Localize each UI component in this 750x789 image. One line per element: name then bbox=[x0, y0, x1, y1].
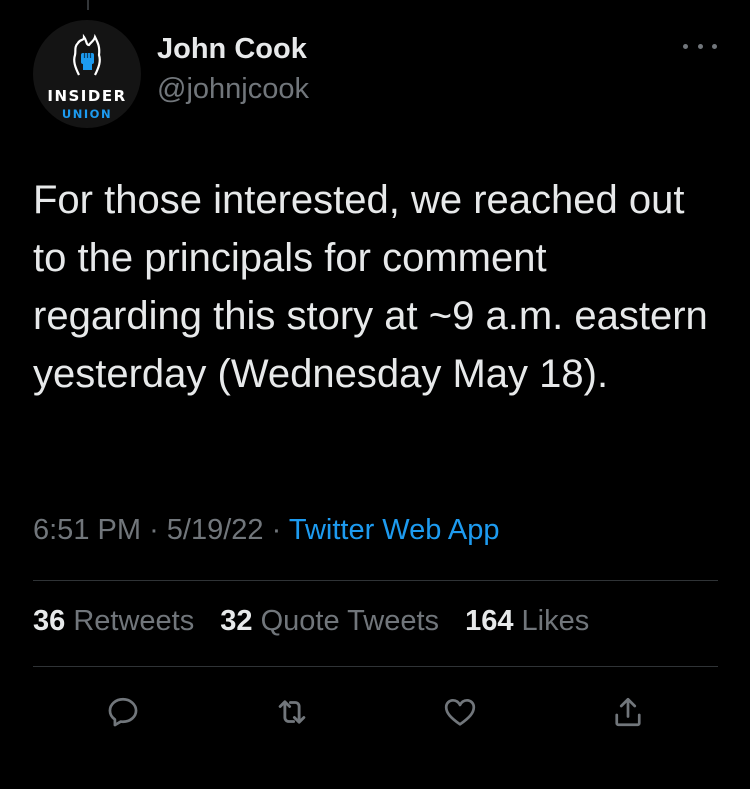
retweets-count: 36 bbox=[33, 605, 66, 637]
divider bbox=[33, 580, 718, 581]
quote-tweets-count: 32 bbox=[220, 605, 253, 637]
divider bbox=[33, 666, 718, 667]
author-handle[interactable]: @johnjcook bbox=[157, 73, 309, 106]
avatar-logo-text: INSIDER bbox=[47, 87, 127, 105]
tweet-text: For those interested, we reached out to … bbox=[33, 178, 719, 396]
tweet-source-link[interactable]: Twitter Web App bbox=[289, 514, 500, 546]
meta-separator: · bbox=[149, 514, 159, 546]
avatar[interactable]: INSIDER UNION bbox=[33, 20, 141, 128]
like-button[interactable] bbox=[440, 692, 480, 732]
more-dot bbox=[683, 43, 688, 49]
thread-connector-line bbox=[87, 0, 89, 10]
tweet-date[interactable]: 5/19/22 bbox=[167, 514, 264, 546]
retweet-button[interactable] bbox=[272, 692, 312, 732]
reply-icon bbox=[108, 697, 138, 727]
heart-icon bbox=[444, 698, 476, 726]
engagement-stats: 36 Retweets 32 Quote Tweets 164 Likes bbox=[33, 605, 607, 638]
more-options-icon[interactable] bbox=[683, 36, 717, 56]
tweet-time[interactable]: 6:51 PM bbox=[33, 514, 141, 546]
meta-separator: · bbox=[271, 514, 282, 546]
likes-label: Likes bbox=[521, 605, 590, 637]
quote-tweets-label: Quote Tweets bbox=[260, 605, 440, 637]
author-name[interactable]: John Cook bbox=[157, 33, 307, 66]
more-dot bbox=[697, 43, 703, 49]
tweet-meta: 6:51 PM · 5/19/22 · Twitter Web App bbox=[33, 514, 499, 547]
raised-fist-icon bbox=[73, 33, 101, 76]
quote-tweets-stat[interactable]: 32 Quote Tweets bbox=[220, 605, 439, 637]
likes-count: 164 bbox=[465, 605, 514, 637]
likes-stat[interactable]: 164 Likes bbox=[465, 605, 589, 637]
share-button[interactable] bbox=[608, 692, 648, 732]
tweet-detail: INSIDER UNION John Cook @johnjcook For t… bbox=[0, 0, 750, 789]
retweets-stat[interactable]: 36 Retweets bbox=[33, 605, 194, 637]
avatar-logo-subtext: UNION bbox=[61, 107, 113, 121]
retweets-label: Retweets bbox=[73, 605, 195, 637]
more-dot bbox=[712, 43, 717, 49]
share-icon bbox=[615, 697, 641, 727]
reply-button[interactable] bbox=[103, 692, 143, 732]
retweet-icon bbox=[278, 700, 306, 724]
